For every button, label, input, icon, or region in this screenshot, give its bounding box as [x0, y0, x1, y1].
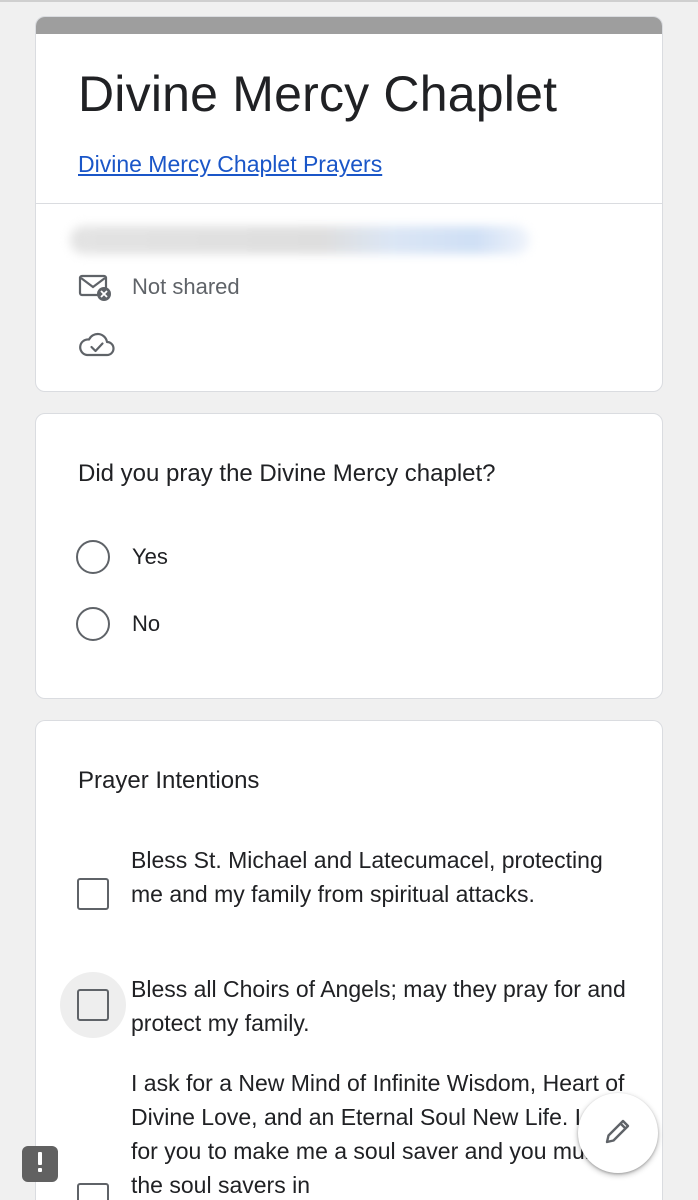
header-accent-bar	[36, 17, 662, 34]
save-status-row	[78, 330, 116, 360]
form-page: Divine Mercy Chaplet Divine Mercy Chaple…	[0, 0, 698, 1200]
report-problem-icon	[22, 1144, 58, 1185]
form-header-card: Divine Mercy Chaplet Divine Mercy Chaple…	[35, 16, 663, 392]
email-status-row: Not shared	[78, 272, 240, 302]
checkbox[interactable]	[77, 878, 109, 910]
checkbox-option-label: I ask for a New Mind of Infinite Wisdom,…	[131, 1070, 631, 1198]
email-status-text: Not shared	[132, 274, 240, 299]
edit-fab-button[interactable]	[578, 1093, 658, 1173]
form-description-link[interactable]: Divine Mercy Chaplet Prayers	[78, 151, 382, 178]
form-title: Divine Mercy Chaplet	[78, 66, 558, 122]
radio-button[interactable]	[76, 540, 110, 574]
radio-button[interactable]	[76, 607, 110, 641]
radio-option-label: No	[132, 611, 161, 636]
checkbox-option-3[interactable]	[60, 1166, 126, 1200]
checkbox-option-1[interactable]	[60, 861, 126, 927]
pencil-edit-icon	[601, 1114, 635, 1153]
checkbox-option-label: Bless all Choirs of Angels; may they pra…	[131, 976, 626, 1036]
checkbox[interactable]	[77, 989, 109, 1021]
report-problem-button[interactable]	[22, 1146, 58, 1182]
cloud-saved-icon	[78, 330, 116, 360]
radio-option-label: Yes	[132, 544, 168, 569]
question-card-intentions: Prayer Intentions Bless St. Michael and …	[35, 720, 663, 1200]
radio-option-yes[interactable]: Yes	[76, 540, 168, 574]
question-card-chaplet: Did you pray the Divine Mercy chaplet? Y…	[35, 413, 663, 699]
top-divider	[0, 0, 698, 2]
checkbox-option-2[interactable]	[60, 972, 126, 1038]
checkbox[interactable]	[77, 1183, 109, 1200]
header-divider	[36, 203, 662, 204]
email-not-shared-icon	[78, 272, 116, 302]
question-title: Did you pray the Divine Mercy chaplet?	[78, 460, 496, 487]
question-title: Prayer Intentions	[78, 767, 260, 794]
checkbox-option-label: Bless St. Michael and Latecumacel, prote…	[131, 847, 603, 907]
radio-option-no[interactable]: No	[76, 607, 160, 641]
blurred-account-email	[70, 226, 530, 254]
